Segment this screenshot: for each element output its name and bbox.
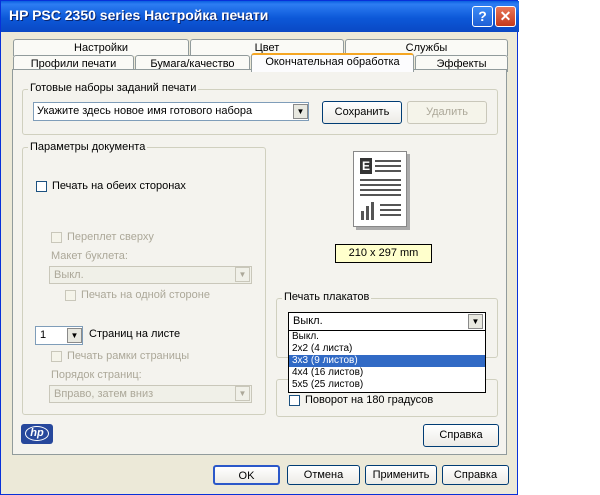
hp-logo: hp (21, 424, 53, 444)
panel-help-button[interactable]: Справка (423, 424, 499, 447)
page-borders-checkbox[interactable] (51, 351, 62, 362)
apply-button[interactable]: Применить (365, 465, 437, 485)
poster-option-4x4[interactable]: 4x4 (16 листов) (289, 367, 485, 379)
ok-button[interactable]: OK (213, 465, 280, 485)
close-button[interactable]: ✕ (495, 6, 516, 27)
chevron-down-icon[interactable]: ▼ (235, 386, 250, 401)
booklet-layout-label: Макет буклета: (51, 250, 128, 262)
one-side-label: Печать на одной стороне (81, 289, 210, 301)
pages-per-sheet-label: Страниц на листе (89, 328, 181, 340)
print-settings-window: HP PSC 2350 series Настройка печати ? ✕ … (0, 0, 519, 495)
title-bar[interactable]: HP PSC 2350 series Настройка печати ? ✕ (1, 1, 519, 32)
rotate-180-checkbox[interactable] (289, 395, 300, 406)
flip-top-label: Переплет сверху (67, 231, 154, 243)
preview-letter: E (360, 158, 372, 174)
duplex-checkbox[interactable] (36, 181, 47, 192)
chevron-down-icon[interactable]: ▼ (67, 328, 82, 343)
presets-group-label: Готовые наборы заданий печати (28, 82, 199, 94)
poster-options-list[interactable]: Выкл. 2x2 (4 листа) 3x3 (9 листов) 4x4 (… (288, 330, 486, 393)
close-icon: ✕ (499, 8, 512, 24)
page-preview-image: E (353, 151, 407, 227)
rotate-180-label: Поворот на 180 градусов (305, 394, 434, 406)
save-preset-button[interactable]: Сохранить (322, 101, 402, 124)
booklet-layout-combo[interactable]: Выкл. (49, 266, 252, 284)
help-footer-button[interactable]: Справка (442, 465, 509, 485)
delete-preset-button[interactable]: Удалить (407, 101, 487, 124)
question-icon: ? (478, 8, 487, 24)
preset-name-combo[interactable]: Укажите здесь новое имя готового набора (33, 102, 309, 121)
cancel-button[interactable]: Отмена (287, 465, 360, 485)
page-order-value: Вправо, затем вниз (54, 388, 154, 400)
chevron-down-icon[interactable]: ▼ (235, 267, 250, 282)
page-order-combo[interactable]: Вправо, затем вниз (49, 385, 252, 403)
poster-option-2x2[interactable]: 2x2 (4 листа) (289, 343, 485, 355)
poster-printing-value: Выкл. (293, 315, 323, 327)
window-title: HP PSC 2350 series Настройка печати (9, 7, 269, 23)
document-options-label: Параметры документа (28, 141, 148, 153)
flip-top-checkbox[interactable] (51, 232, 62, 243)
page-borders-label: Печать рамки страницы (67, 350, 190, 362)
tab-settings[interactable]: Настройки (13, 39, 189, 56)
chart-thumbnail-icon (360, 202, 376, 220)
poster-printing-label: Печать плакатов (282, 291, 372, 303)
paper-size-badge: 210 x 297 mm (335, 244, 432, 263)
poster-printing-combo[interactable]: Выкл. (288, 312, 486, 331)
page-order-label: Порядок страниц: (51, 369, 142, 381)
poster-option-5x5[interactable]: 5x5 (25 листов) (289, 379, 485, 391)
preset-name-value: Укажите здесь новое имя готового набора (37, 105, 253, 117)
chevron-down-icon[interactable]: ▼ (293, 104, 308, 119)
booklet-layout-value: Выкл. (54, 269, 84, 281)
help-button[interactable]: ? (472, 6, 493, 27)
duplex-label: Печать на обеих сторонах (52, 180, 186, 192)
hp-logo-mark: hp (25, 426, 49, 441)
one-side-checkbox[interactable] (65, 290, 76, 301)
chevron-down-icon[interactable]: ▼ (468, 314, 483, 329)
poster-option-3x3[interactable]: 3x3 (9 листов) (289, 355, 485, 367)
pages-per-sheet-value: 1 (40, 329, 47, 341)
tab-finishing[interactable]: Окончательная обработка (251, 53, 414, 72)
poster-option-off[interactable]: Выкл. (289, 331, 485, 343)
